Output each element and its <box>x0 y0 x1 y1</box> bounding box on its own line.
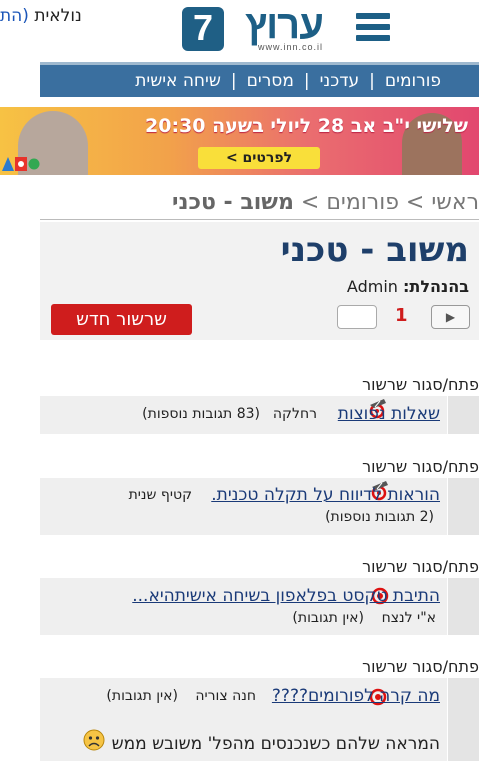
thread-side-strip <box>447 678 479 761</box>
menu-hamburger-icon[interactable] <box>356 13 390 43</box>
next-page-button[interactable]: ▶ <box>431 305 470 329</box>
ad-banner[interactable]: שלישי י"ב אב 28 ליולי בשעה 20:30 לפרטים … <box>0 107 479 175</box>
nav-separator: | <box>369 71 375 91</box>
forum-moderation: בהנהלת: Admin <box>40 277 469 296</box>
site-logo[interactable]: 7 ערוץ www.inn.co.il <box>182 3 342 54</box>
thread-side-strip <box>447 578 479 635</box>
breadcrumb-home[interactable]: ראשי <box>431 190 479 215</box>
thread-toggle[interactable]: פתח/סגור שרשור <box>300 457 479 476</box>
thread-snippet: המראה שלהם כשנכנסים מהפל' משובש ממש <box>111 734 440 754</box>
thread-toggle[interactable]: פתח/סגור שרשור <box>300 375 479 394</box>
header-cut-text: נולאית (הת <box>0 6 82 26</box>
nav-item-messages[interactable]: מסרים <box>247 71 294 91</box>
divider <box>40 219 479 220</box>
nav-item-private-chat[interactable]: שיחה אישית <box>135 71 221 91</box>
breadcrumb-forums[interactable]: פורומים <box>326 190 399 215</box>
thread-title-link[interactable]: שאלות נפוצות <box>336 404 440 424</box>
banner-details-button[interactable]: לפרטים > <box>198 147 320 169</box>
logo-number: 7 <box>192 7 214 48</box>
new-thread-button[interactable]: שרשור חדש <box>51 304 192 335</box>
logo-url: www.inn.co.il <box>258 42 324 52</box>
thread-toggle[interactable]: פתח/סגור שרשור <box>300 557 479 576</box>
banner-channel-logo-icon <box>28 158 40 170</box>
banner-channel-logo-icon <box>2 157 14 171</box>
thread-author[interactable]: חנה צוריה <box>180 688 256 704</box>
main-nav: פורומים | עדכני | מסרים | שיחה אישית <box>40 62 479 97</box>
hamburger-line <box>356 35 390 41</box>
thread-author[interactable]: א"י לנצח <box>366 610 436 626</box>
thread-reply-count: (אין תגובות) <box>292 610 364 626</box>
thread-author[interactable]: רחלקה <box>262 406 317 422</box>
breadcrumb-separator: > <box>293 190 327 215</box>
thread-reply-count: (אין תגובות) <box>106 688 178 704</box>
thread-title-link[interactable]: התיבת טקסט בפלאפון בשיחה אישיתהיא... <box>122 586 440 606</box>
thread-reply-count: (83 תגובות נוספות) <box>142 406 260 422</box>
nav-separator: | <box>303 71 310 91</box>
hamburger-line <box>356 13 390 19</box>
header-cut-text-main: נולאית <box>28 6 82 26</box>
breadcrumb-separator: > <box>398 190 432 215</box>
thread-title-link[interactable]: הוראות לדיווח על תקלה טכנית. <box>208 485 440 505</box>
nav-separator: | <box>230 71 237 91</box>
current-page-number: 1 <box>395 305 408 326</box>
breadcrumb-current: משוב - טכני <box>172 190 294 215</box>
thread-title-link[interactable]: מה קרה לפורומים???? <box>270 686 440 706</box>
moderator-name[interactable]: Admin <box>347 277 398 296</box>
thread-reply-count: (2 תגובות נוספות) <box>325 509 434 525</box>
moderation-label: בהנהלת: <box>403 277 469 296</box>
nav-item-forums[interactable]: פורומים <box>385 71 441 91</box>
thread-author[interactable]: קטיף שנית <box>110 487 192 503</box>
header-cut-text-link[interactable]: (הת <box>0 6 29 26</box>
thread-side-strip <box>447 478 479 535</box>
banner-text: שלישי י"ב אב 28 ליולי בשעה 20:30 <box>145 115 469 137</box>
hamburger-line <box>356 24 390 30</box>
page-jump-input[interactable] <box>337 305 377 329</box>
banner-channel-logo-icon <box>15 157 27 171</box>
thread-side-strip <box>447 396 479 434</box>
breadcrumb: ראשי > פורומים > משוב - טכני <box>160 190 479 215</box>
nav-item-recent[interactable]: עדכני <box>320 71 360 91</box>
thread-toggle[interactable]: פתח/סגור שרשור <box>300 657 479 676</box>
page-title: משוב - טכני <box>280 230 469 270</box>
worried-face-icon <box>83 729 105 751</box>
